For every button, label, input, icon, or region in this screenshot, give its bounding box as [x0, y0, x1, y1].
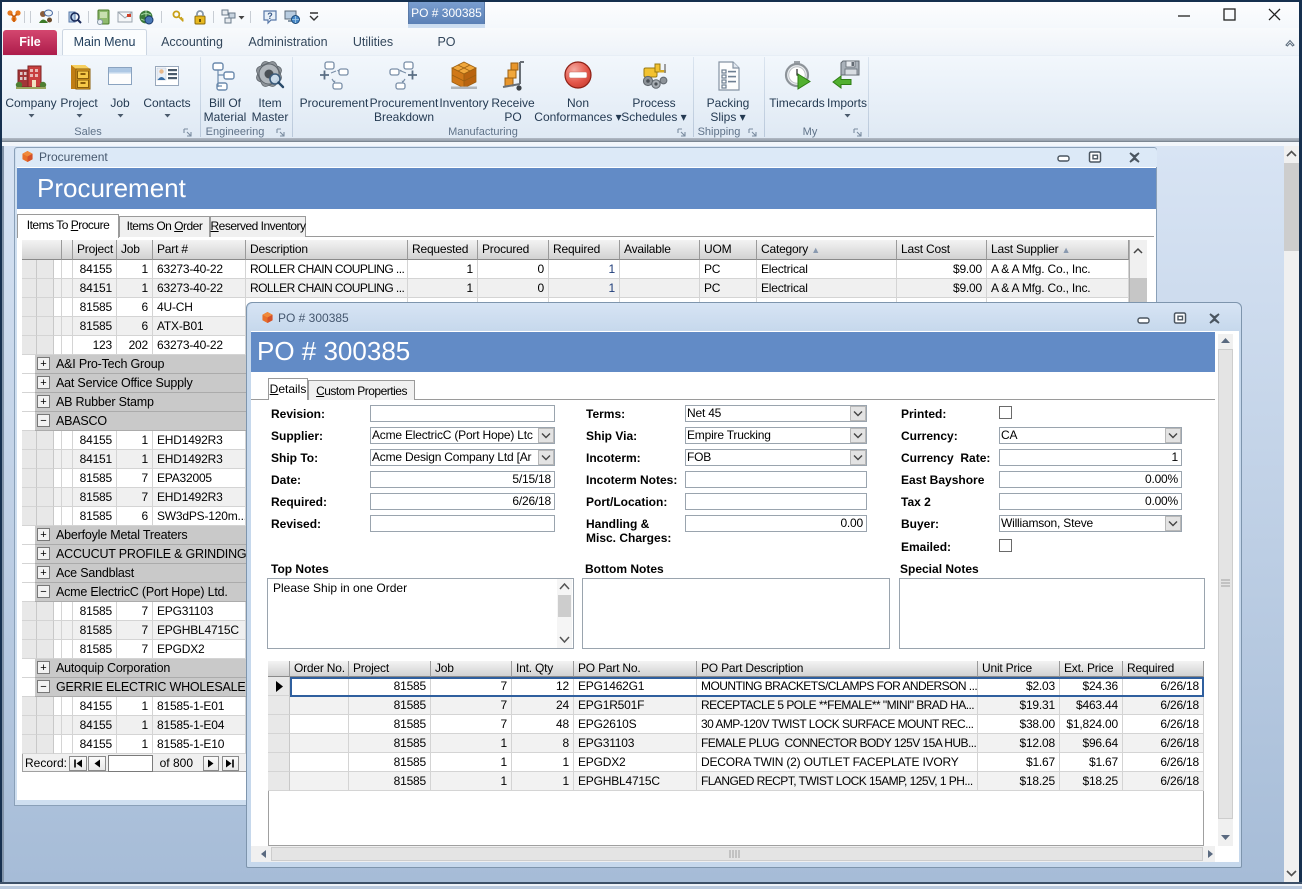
svg-text:?: ? [267, 11, 273, 21]
